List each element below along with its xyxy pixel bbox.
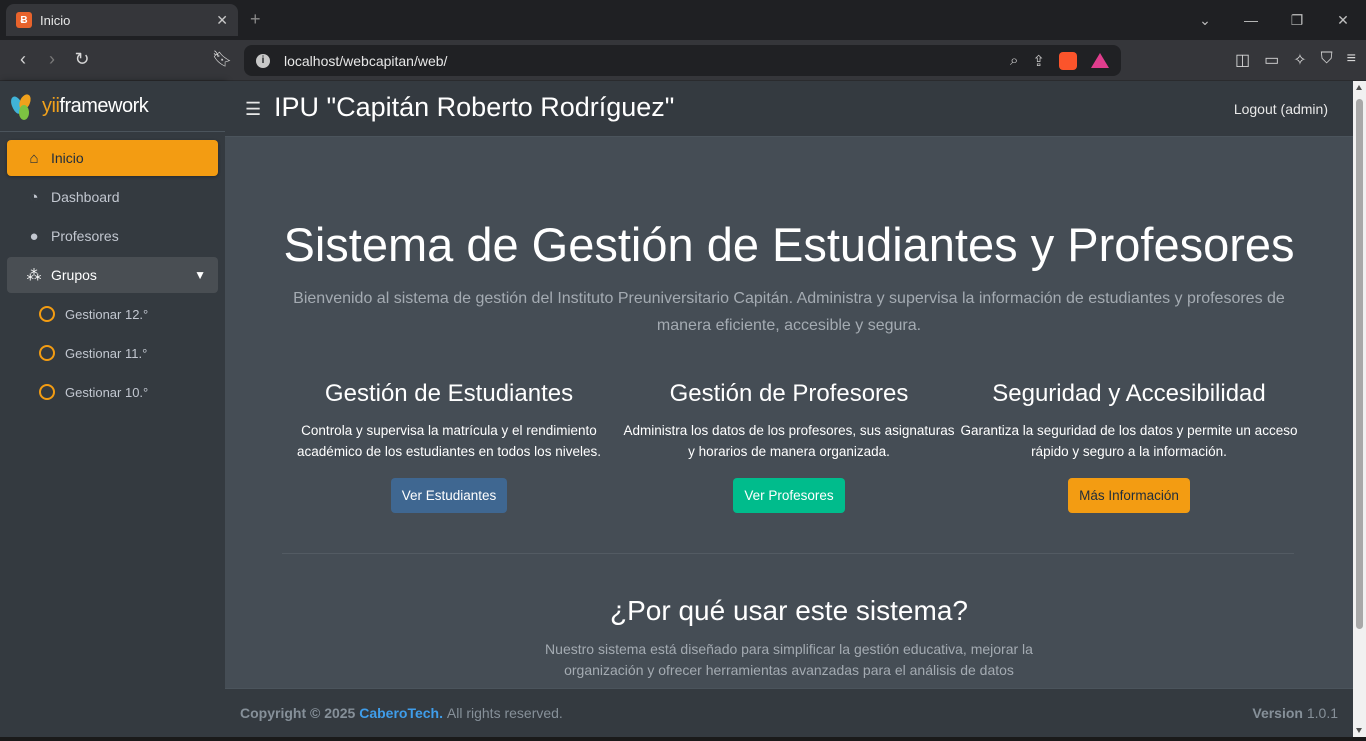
site-info-icon[interactable]: i [256,53,270,68]
tab-search-icon[interactable]: ⌄ [1182,12,1228,29]
back-icon[interactable]: ‹ [12,49,34,70]
users-icon: ⁂ [26,267,42,284]
home-icon: ⌂ [29,149,39,167]
brand-text: yiiframework [42,94,149,117]
footer-brand-link[interactable]: CaberoTech. [359,705,443,721]
url-text[interactable]: localhost/webcapitan/web/ [284,53,1010,69]
minimize-icon[interactable]: — [1228,12,1274,28]
feature-security: Seguridad y Accesibilidad Garantiza la s… [959,380,1299,513]
close-tab-icon[interactable]: ✕ [216,12,228,29]
sidebar-subitem-label: Gestionar 11.° [65,345,148,361]
main-header: ☰ IPU "Capitán Roberto Rodríguez" Logout… [225,81,1353,137]
scroll-thumb[interactable] [1356,99,1363,629]
why-text: Nuestro sistema está diseñado para simpl… [545,641,1033,678]
feature-text: Administra los datos de los profesores, … [623,423,955,459]
close-window-icon[interactable]: ✕ [1320,12,1366,29]
yii-favicon-icon: Ƀ [16,12,32,28]
feature-students: Gestión de Estudiantes Controla y superv… [279,380,619,513]
browser-tabbar: Ƀ Inicio ✕ + ⌄ — ❐ ✕ [0,0,1366,40]
feature-text: Controla y supervisa la matrícula y el r… [297,423,601,459]
forward-icon[interactable]: › [41,49,63,70]
yii-logo-icon [8,92,38,120]
restore-icon[interactable]: ❐ [1274,12,1320,29]
new-tab-button[interactable]: + [250,9,261,30]
menu-icon[interactable]: ≡ [1347,50,1356,70]
sidebar: yiiframework ⌂ Inicio ◔ Dashboard ● Prof… [0,81,225,741]
brand-logo[interactable]: yiiframework [0,81,225,132]
ver-estudiantes-button[interactable]: Ver Estudiantes [390,478,508,513]
reload-icon[interactable]: ↻ [71,49,93,70]
sidebar-subitem-gestionar-12[interactable]: Gestionar 12.° [7,296,218,332]
footer-version: Version 1.0.1 [1252,705,1338,721]
sidebar-item-inicio[interactable]: ⌂ Inicio [7,140,218,176]
page-scrollbar[interactable] [1353,81,1366,737]
address-bar[interactable]: i localhost/webcapitan/web/ ⌕ ⇪ [244,45,1121,76]
brave-rewards-icon[interactable] [1091,53,1109,68]
feature-text: Garantiza la seguridad de los datos y pe… [960,423,1298,459]
sidebar-item-label: Grupos [51,267,97,283]
tachometer-icon: ◔ [29,188,39,206]
share-icon[interactable]: ⇪ [1032,52,1045,70]
taskbar-strip [0,737,1366,741]
url-actions: ⌕ ⇪ [1010,51,1121,70]
sidebar-item-dashboard[interactable]: ◔ Dashboard [7,179,218,215]
tab-title: Inicio [40,12,71,28]
feature-title: Seguridad y Accesibilidad [992,380,1266,407]
wallet-icon[interactable]: ▭ [1264,50,1279,70]
sidebar-item-label: Profesores [51,228,119,244]
features-row: Gestión de Estudiantes Controla y superv… [279,380,1299,513]
sidebar-item-label: Inicio [51,150,84,166]
sidebar-subitem-label: Gestionar 12.° [65,306,149,322]
sidebar-subitem-gestionar-10[interactable]: Gestionar 10.° [7,374,218,410]
window-controls: ⌄ — ❐ ✕ [1182,0,1366,40]
feature-title: Gestión de Profesores [669,380,909,407]
hero-title: Sistema de Gestión de Estudiantes y Prof… [283,218,1295,271]
bookmark-icon[interactable]: 🔖︎ [211,49,233,69]
sidebar-toggle-icon[interactable]: ◫ [1235,50,1250,70]
sidebar-subitem-label: Gestionar 10.° [65,384,149,400]
vpn-icon[interactable]: ⛉ [1321,50,1333,70]
ver-profesores-button[interactable]: Ver Profesores [733,478,845,513]
page-title: IPU "Capitán Roberto Rodríguez" [274,92,675,122]
sidebar-item-grupos[interactable]: ⁂ Grupos ▼ [7,257,218,293]
sidebar-item-profesores[interactable]: ● Profesores [7,218,218,254]
leo-ai-icon[interactable]: ✧ [1293,50,1306,70]
scroll-down-icon[interactable] [1356,728,1362,733]
chevron-down-icon: ▼ [194,268,206,282]
circle-icon [39,306,55,322]
feature-title: Gestión de Estudiantes [324,380,574,407]
section-divider [282,553,1294,554]
scroll-up-icon[interactable] [1356,85,1362,90]
feature-teachers: Gestión de Profesores Administra los dat… [619,380,959,513]
user-icon: ● [29,227,39,245]
sidebar-item-label: Dashboard [51,189,120,205]
footer-rights: All rights reserved. [446,705,563,721]
footer-copyright: Copyright © 2025 [240,705,356,721]
hero-subtitle: Bienvenido al sistema de gestión del Ins… [293,290,1285,334]
zoom-icon[interactable]: ⌕ [1010,52,1018,69]
sidebar-nav: ⌂ Inicio ◔ Dashboard ● Profesores ⁂ Grup… [0,132,225,421]
main-content: Sistema de Gestión de Estudiantes y Prof… [225,137,1353,688]
browser-tab[interactable]: Ƀ Inicio ✕ [6,4,238,36]
circle-icon [39,345,55,361]
circle-icon [39,384,55,400]
why-title: ¿Por qué usar este sistema? [610,595,968,626]
footer: Copyright © 2025 CaberoTech. All rights … [225,688,1353,737]
brave-shields-icon[interactable] [1059,51,1077,70]
browser-right-tools: ◫ ▭ ✧ ⛉ ≡ [1235,50,1356,70]
hamburger-menu-icon[interactable]: ☰ [245,99,261,120]
browser-toolbar: ‹ › ↻ 🔖︎ i localhost/webcapitan/web/ ⌕ ⇪… [0,40,1366,81]
logout-link[interactable]: Logout (admin) [1234,101,1328,117]
sidebar-subitem-gestionar-11[interactable]: Gestionar 11.° [7,335,218,371]
mas-informacion-button[interactable]: Más Información [1068,478,1190,513]
